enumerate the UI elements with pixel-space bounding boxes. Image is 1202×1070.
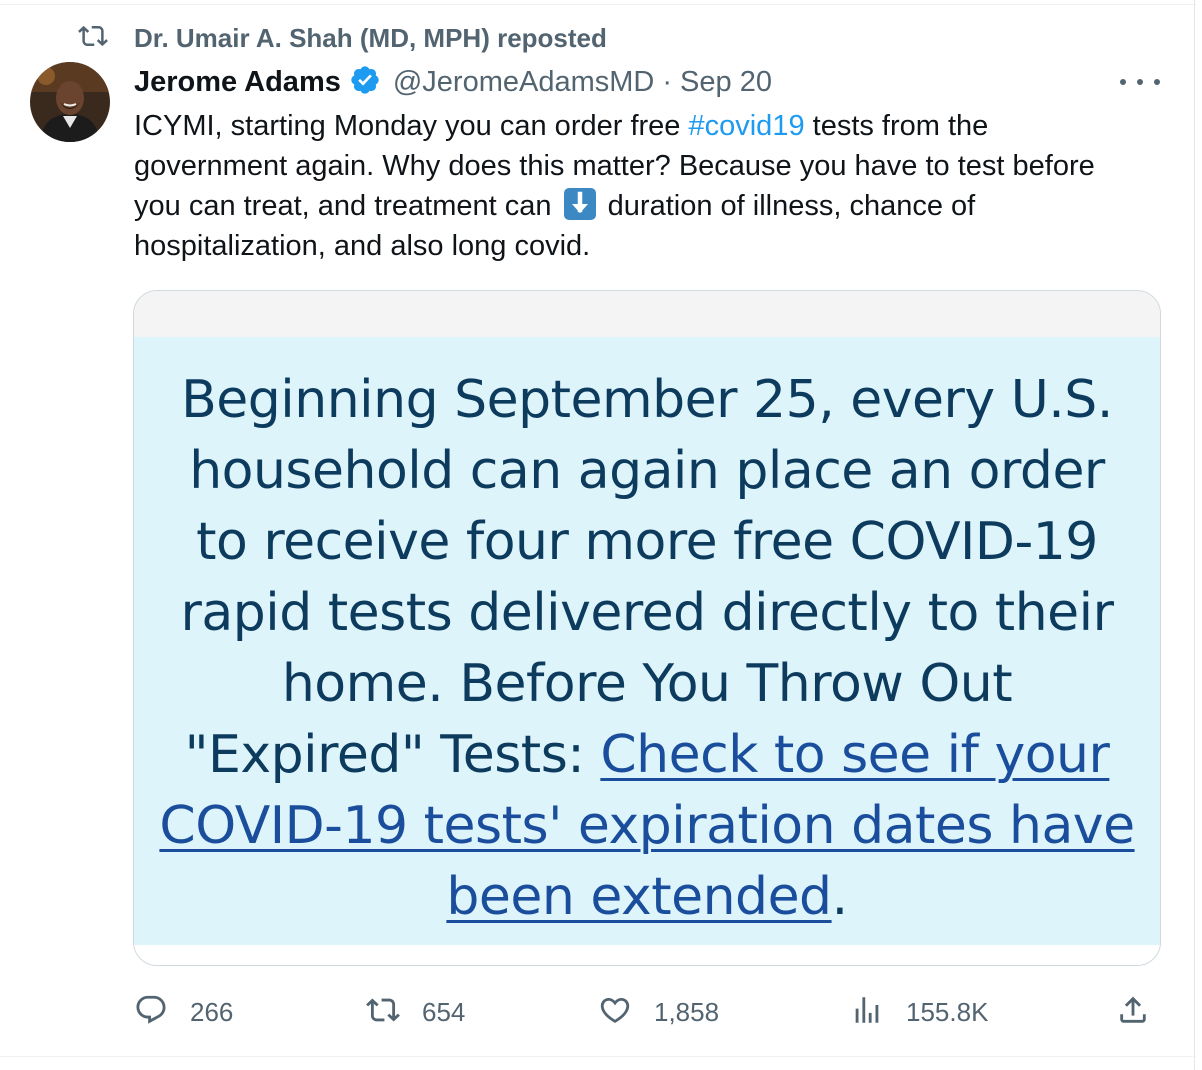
tweet-header: Jerome Adams @JeromeAdamsMD · Sep 20	[134, 62, 772, 102]
down-arrow-emoji-icon	[563, 188, 596, 220]
card-line: been extended.	[446, 867, 848, 927]
media-card[interactable]: Beginning September 25, every U.S. house…	[133, 290, 1161, 966]
share-button[interactable]	[1116, 990, 1150, 1034]
reply-icon	[134, 993, 168, 1032]
card-bottom-strip	[134, 945, 1160, 965]
frame-top-border	[0, 4, 1196, 5]
repost-button[interactable]: 654	[366, 990, 465, 1034]
like-count: 1,858	[654, 996, 720, 1027]
card-body: Beginning September 25, every U.S. house…	[134, 337, 1160, 945]
hashtag-link[interactable]: #covid19	[688, 110, 804, 142]
card-line: household can again place an order	[189, 441, 1105, 501]
card-line: home. Before You Throw Out	[281, 654, 1013, 714]
card-line: "Expired" Tests: Check to see if your	[184, 725, 1110, 785]
repost-label: Dr. Umair A. Shah (MD, MPH) reposted	[134, 22, 607, 53]
expiration-link[interactable]: COVID-19 tests' expiration dates have	[159, 796, 1135, 856]
author-handle[interactable]: @JeromeAdamsMD	[393, 66, 655, 99]
share-icon	[1116, 993, 1150, 1032]
more-options-icon[interactable]	[1120, 66, 1160, 98]
views-button[interactable]: 155.8K	[850, 990, 988, 1034]
tweet-text: ICYMI, starting Monday you can order fre…	[134, 106, 1174, 266]
reply-button[interactable]: 266	[134, 990, 233, 1034]
tweet-line-2: government again. Why does this matter? …	[134, 150, 1095, 182]
card-top-strip	[134, 291, 1160, 337]
tweet-line-1: ICYMI, starting Monday you can order fre…	[134, 110, 989, 142]
tweet-line-3: you can treat, and treatment can duratio…	[134, 188, 976, 222]
card-line: rapid tests delivered directly to their	[180, 583, 1114, 643]
like-button[interactable]: 1,858	[598, 990, 719, 1034]
action-bar: 266 654 1,858 155.8K	[0, 990, 1202, 1034]
card-line: COVID-19 tests' expiration dates have	[154, 791, 1140, 862]
views-count: 155.8K	[906, 996, 989, 1027]
repost-icon	[366, 993, 400, 1032]
card-line: Beginning September 25, every U.S.	[181, 370, 1113, 430]
avatar[interactable]	[30, 62, 110, 142]
separator-dot: ·	[662, 65, 673, 98]
verified-badge-icon[interactable]	[341, 64, 381, 101]
heart-icon	[598, 993, 632, 1032]
repost-context[interactable]: Dr. Umair A. Shah (MD, MPH) reposted	[78, 22, 607, 54]
analytics-icon	[850, 993, 884, 1032]
frame-right-border	[1194, 0, 1195, 1070]
reply-count: 266	[190, 996, 234, 1027]
tweet-line-4: hospitalization, and also long covid.	[134, 230, 591, 262]
expiration-link[interactable]: been extended	[446, 867, 832, 927]
repost-count: 654	[422, 996, 466, 1027]
expiration-link[interactable]: Check to see if your	[600, 725, 1110, 785]
card-text: Beginning September 25, every U.S. house…	[154, 365, 1140, 933]
frame-bottom-border	[0, 1056, 1196, 1057]
tweet-date[interactable]: Sep 20	[680, 66, 772, 99]
card-line: to receive four more free COVID-19	[196, 512, 1098, 572]
author-name[interactable]: Jerome Adams	[134, 66, 341, 99]
repost-icon	[78, 21, 108, 56]
